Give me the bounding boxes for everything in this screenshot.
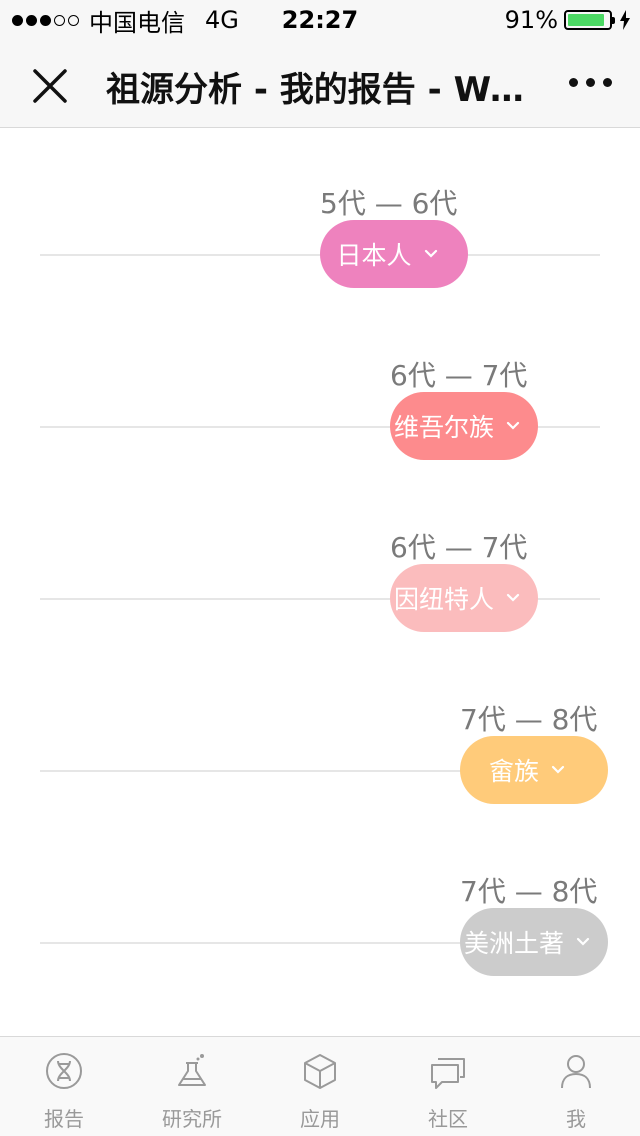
ancestry-label: 因纽特人 [393,585,494,614]
close-button[interactable] [30,66,70,106]
ancestry-pill[interactable]: 日本人 [320,220,468,288]
timeline-row: 5代 — 6代 日本人 [0,182,640,302]
ancestry-pill[interactable]: 美洲土著 [460,908,608,976]
tab-label: 报告 [44,1107,84,1131]
nav-bar: 祖源分析 - 我的报告 - WeGene [0,40,640,128]
dna-icon [46,1053,82,1089]
timeline-row: 6代 — 7代 因纽特人 [0,526,640,646]
status-right: 91% [505,6,630,34]
tab-community[interactable]: 社区 [384,1037,512,1136]
chevron-down-icon [506,421,520,430]
more-dot-icon [586,78,595,87]
chevron-down-icon [551,765,565,774]
ancestry-pill[interactable]: 因纽特人 [390,564,538,632]
generation-range: 7代 — 8代 [460,875,598,908]
chevron-down-icon [576,937,590,946]
more-dot-icon [603,78,612,87]
ancestry-label: 日本人 [336,241,412,270]
tab-bar: 报告 研究所 应用 社区 我 [0,1036,640,1136]
flask-icon [178,1054,206,1086]
ancestry-label: 畲族 [488,757,539,786]
tab-label: 研究所 [162,1107,222,1131]
charging-bolt-icon [620,10,630,30]
timeline-row: 7代 — 8代 畲族 [0,698,640,818]
ancestry-label: 美洲土著 [463,929,564,958]
ancestry-pill[interactable]: 畲族 [460,736,608,804]
timeline-row: 6代 — 7代 维吾尔族 [0,354,640,474]
person-icon [561,1055,591,1089]
ancestry-pill[interactable]: 维吾尔族 [390,392,538,460]
generation-range: 5代 — 6代 [320,187,458,220]
tab-label: 社区 [428,1107,468,1131]
tab-lab[interactable]: 研究所 [128,1037,256,1136]
tab-label: 应用 [300,1107,340,1131]
more-options-button[interactable] [569,78,612,87]
page-title: 祖源分析 - 我的报告 - WeGene [106,70,546,110]
status-bar: 中国电信 4G 22:27 91% [0,0,640,40]
generation-range: 7代 — 8代 [460,703,598,736]
battery-icon [564,10,615,30]
ancestry-label: 维吾尔族 [393,413,494,442]
close-icon [33,69,67,103]
tab-report[interactable]: 报告 [0,1037,128,1136]
cube-icon [304,1054,336,1089]
tab-label: 我 [566,1107,586,1131]
chevron-down-icon [424,249,437,258]
generation-range: 6代 — 7代 [390,531,528,564]
battery-percent: 91% [504,6,558,34]
generation-range: 6代 — 7代 [390,359,528,392]
more-dot-icon [569,78,578,87]
chevron-down-icon [506,593,520,602]
timeline-row: 7代 — 8代 美洲土著 [0,870,640,990]
tab-apps[interactable]: 应用 [256,1037,384,1136]
tab-me[interactable]: 我 [512,1037,640,1136]
chat-bubbles-icon [431,1058,465,1089]
